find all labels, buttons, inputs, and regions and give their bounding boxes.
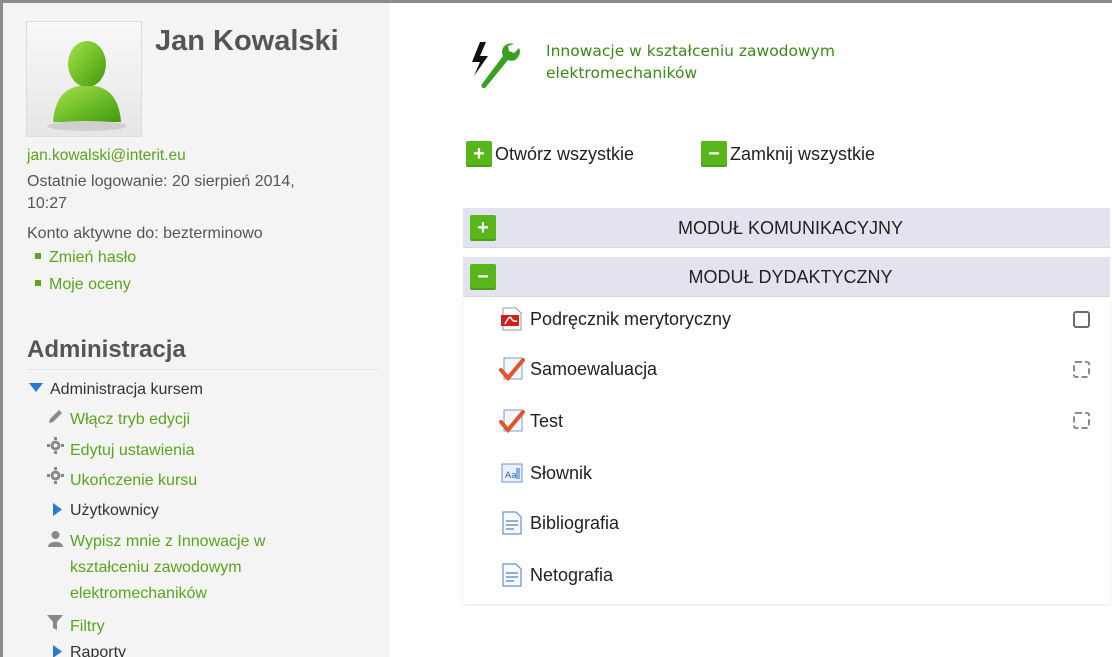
expand-all-button[interactable]: + Otwórz wszystkie [466, 140, 634, 168]
course-title-line1: Innowacje w kształceniu zawodowym [546, 42, 835, 60]
account-active-text: Konto aktywne do: bezterminowo [27, 225, 263, 242]
change-password-link[interactable]: Zmień hasło [35, 249, 136, 267]
glossary-icon: Aa [501, 463, 523, 483]
sidebar: Jan Kowalski jan.kowalski@interit.eu Ost… [3, 3, 390, 657]
module-content: Podręcznik merytoryczny Samoewaluacja Te… [463, 298, 1110, 604]
user-silhouette-icon [47, 41, 127, 131]
gear-icon [47, 467, 64, 484]
quiz-icon [499, 357, 525, 382]
user-icon [48, 531, 63, 547]
last-login-line1: Ostatnie logowanie: 20 sierpień 2014, [27, 173, 295, 190]
my-grades-label: Moje oceny [49, 276, 131, 293]
change-password-label: Zmień hasło [49, 249, 137, 266]
unenrol-link-line1[interactable]: Wypisz mnie z Innowacje w [70, 530, 265, 553]
avatar[interactable] [26, 21, 142, 137]
administration-heading: Administracja [27, 336, 186, 363]
last-login-line2: 10:27 [27, 195, 68, 212]
course-title[interactable]: Innowacje w kształceniu zawodowym elektr… [546, 40, 926, 84]
course-completion-link[interactable]: Ukończenie kursu [70, 469, 197, 492]
tools-icon [472, 42, 520, 89]
pdf-icon [501, 307, 522, 331]
module-header-didactic[interactable]: − MODUŁ DYDAKTYCZNY [463, 257, 1110, 297]
pencil-icon [49, 410, 62, 423]
module-label: MODUŁ KOMUNIKACYJNY [677, 218, 904, 238]
activity-label: Bibliografia [530, 512, 620, 533]
activity-bibliografia[interactable]: Bibliografia [499, 508, 619, 538]
collapse-all-button[interactable]: − Zamknij wszystkie [701, 140, 875, 168]
svg-text:Aa: Aa [505, 471, 517, 481]
edit-settings-link[interactable]: Edytuj ustawienia [70, 439, 195, 462]
activity-test[interactable]: Test [499, 406, 563, 436]
quiz-icon [499, 409, 525, 434]
plus-icon: + [466, 141, 492, 167]
module-header-communication[interactable]: + MODUŁ KOMUNIKACYJNY [463, 208, 1110, 248]
user-email-link[interactable]: jan.kowalski@interit.eu [27, 147, 186, 165]
activity-slownik[interactable]: Aa Słownik [499, 458, 592, 488]
activity-label: Test [530, 410, 564, 431]
filter-icon [47, 615, 63, 630]
activity-label: Netografia [530, 564, 614, 585]
activity-label: Podręcznik merytoryczny [530, 308, 732, 329]
activity-label: Słownik [530, 462, 593, 483]
course-admin-node[interactable]: Administracja kursem [50, 378, 203, 401]
minus-icon: − [701, 141, 727, 167]
expand-all-label: Otwórz wszystkie [495, 143, 635, 164]
edit-mode-link[interactable]: Włącz tryb edycji [70, 408, 190, 431]
caret-down-icon[interactable] [29, 383, 43, 393]
course-title-line2: elektromechaników [546, 64, 698, 82]
page-icon [502, 563, 522, 587]
activity-podrecznik[interactable]: Podręcznik merytoryczny [499, 304, 731, 334]
activity-netografia[interactable]: Netografia [499, 560, 613, 590]
activity-label: Samoewaluacja [530, 358, 658, 379]
caret-right-icon[interactable] [53, 503, 62, 516]
unenrol-link-line2[interactable]: kształceniu zawodowym [70, 556, 242, 579]
module-label: MODUŁ DYDAKTYCZNY [688, 267, 893, 287]
reports-node[interactable]: Raporty [70, 641, 126, 657]
caret-right-icon[interactable] [53, 645, 62, 657]
user-name: Jan Kowalski [155, 25, 339, 57]
completion-checkbox-manual[interactable] [1073, 311, 1090, 328]
course-main-area: Innowacje w kształceniu zawodowym elektr… [428, 28, 1112, 608]
completion-checkbox-auto [1073, 412, 1090, 429]
my-grades-link[interactable]: Moje oceny [35, 276, 131, 294]
activity-samoewaluacja[interactable]: Samoewaluacja [499, 354, 657, 384]
bullet-icon [35, 252, 41, 259]
gear-icon [47, 437, 64, 454]
users-node[interactable]: Użytkownicy [70, 499, 159, 522]
divider [27, 369, 377, 370]
unenrol-link-line3[interactable]: elektromechaników [70, 582, 207, 605]
completion-checkbox-auto [1073, 361, 1090, 378]
filters-link[interactable]: Filtry [70, 615, 105, 638]
page-icon [502, 511, 522, 535]
collapse-all-label: Zamknij wszystkie [730, 143, 876, 164]
bullet-icon [35, 279, 41, 286]
